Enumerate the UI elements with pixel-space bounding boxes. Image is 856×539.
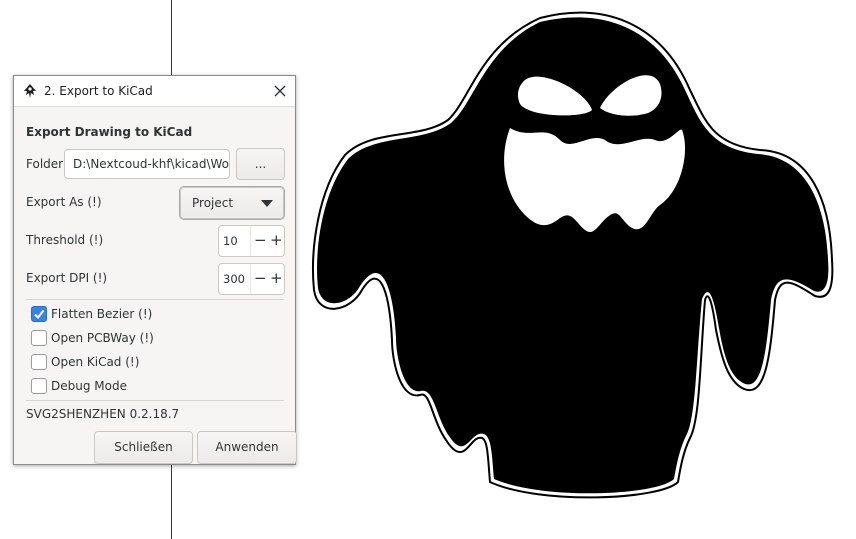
threshold-label: Threshold (!) bbox=[26, 233, 104, 247]
minus-icon[interactable]: − bbox=[254, 271, 267, 286]
export-as-label: Export As (!) bbox=[26, 195, 102, 209]
separator bbox=[26, 400, 284, 401]
plus-icon[interactable]: + bbox=[270, 271, 283, 286]
threshold-spinner[interactable]: 10 − + bbox=[218, 225, 285, 257]
open-pcbway-checkbox[interactable] bbox=[31, 330, 47, 346]
separator bbox=[26, 299, 284, 300]
browse-button[interactable]: ... bbox=[236, 148, 285, 180]
close-button[interactable]: Schließen bbox=[94, 431, 193, 464]
dialog-titlebar[interactable]: 2. Export to KiCad bbox=[14, 76, 295, 107]
close-icon[interactable] bbox=[271, 82, 289, 100]
inkscape-icon bbox=[24, 84, 36, 98]
folder-input[interactable]: D:\Nextcoud-khf\kicad\Wor bbox=[64, 149, 230, 179]
export-as-value: Project bbox=[192, 196, 234, 210]
spinner-divider bbox=[250, 264, 251, 294]
chevron-down-icon bbox=[261, 200, 273, 207]
version-text: SVG2SHENZHEN 0.2.18.7 bbox=[26, 407, 180, 421]
dpi-spinner[interactable]: 300 − + bbox=[218, 263, 285, 295]
dialog-title: 2. Export to KiCad bbox=[44, 84, 153, 98]
open-kicad-checkbox[interactable] bbox=[31, 354, 47, 370]
apply-button[interactable]: Anwenden bbox=[197, 431, 297, 464]
folder-label: Folder bbox=[26, 157, 64, 171]
plus-icon[interactable]: + bbox=[270, 233, 283, 248]
export-dialog: 2. Export to KiCad Export Drawing to KiC… bbox=[13, 75, 297, 465]
debug-mode-checkbox[interactable] bbox=[31, 378, 47, 394]
flatten-bezier-checkbox[interactable] bbox=[31, 306, 47, 322]
export-dpi-label: Export DPI (!) bbox=[26, 271, 108, 285]
dpi-value[interactable]: 300 bbox=[223, 272, 245, 286]
debug-mode-label[interactable]: Debug Mode bbox=[51, 379, 127, 393]
threshold-value[interactable]: 10 bbox=[223, 234, 238, 248]
open-pcbway-label[interactable]: Open PCBWay (!) bbox=[51, 331, 154, 345]
spinner-divider bbox=[250, 226, 251, 256]
ghost-body bbox=[317, 17, 829, 494]
flatten-bezier-label[interactable]: Flatten Bezier (!) bbox=[51, 307, 152, 321]
section-heading: Export Drawing to KiCad bbox=[26, 125, 193, 139]
export-as-dropdown[interactable]: Project bbox=[180, 187, 284, 219]
minus-icon[interactable]: − bbox=[254, 233, 267, 248]
checkmark-icon bbox=[34, 309, 45, 320]
open-kicad-label[interactable]: Open KiCad (!) bbox=[51, 355, 139, 369]
